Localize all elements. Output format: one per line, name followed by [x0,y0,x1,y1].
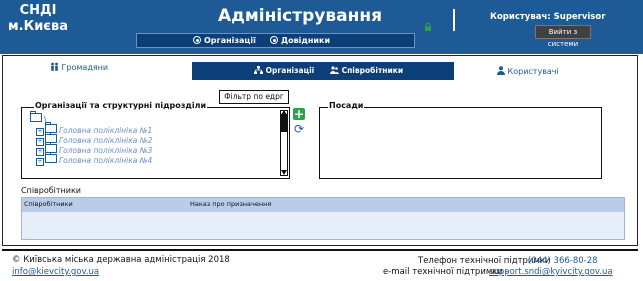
tree-item[interactable]: + Головна поліклініка №3 [36,142,152,156]
org-structure-icon [254,66,263,74]
positions-panel-title: Посади [328,101,365,110]
positions-panel [319,107,602,179]
lock-icon[interactable] [424,16,432,31]
support-email-link[interactable]: support.sndi@kyivcity.gov.ua [489,267,613,277]
scroll-down-icon[interactable] [281,170,287,177]
page-title: Адміністрування [218,6,382,26]
top-nav: Організації Довідники [136,33,415,48]
expand-icon[interactable]: + [36,158,44,166]
scroll-thumb[interactable] [281,114,287,132]
nav-item-dictionaries[interactable]: Довідники [270,34,330,47]
org-panel-title: Організації та структурні підрозділи [34,101,208,110]
filter-button[interactable]: Фільтр по едрг [219,90,289,104]
tree-item[interactable]: + Головна поліклініка №1 [36,122,152,136]
header-divider [453,9,455,31]
user-icon [497,66,505,75]
tab-citizens[interactable]: Громадяни [50,62,108,72]
logo: СНДІ м.Києва [8,3,68,35]
column-header-employees[interactable]: Співробітники [24,200,73,208]
tab-label: Співробітники [341,66,404,75]
nav-label: Організації [204,36,256,45]
tree-item[interactable]: + Головна поліклініка №4 [36,152,153,166]
employees-title: Співробітники [21,186,82,195]
nav-item-organizations[interactable]: Організації [193,34,256,47]
tree-item[interactable]: + Головна поліклініка №2 [36,132,152,146]
column-header-appointment-order[interactable]: Наказ про призначення [190,200,271,208]
group-icon [330,66,339,74]
folder-icon [30,111,42,122]
tab-bar [192,62,454,80]
radio-icon [270,36,278,44]
refresh-icon[interactable]: ⟳ [293,123,305,135]
folder-icon [45,152,57,163]
support-phone: (044) 366-80-28 [528,256,598,266]
add-icon[interactable]: + [293,108,305,120]
tab-label: Користувачі [507,67,559,76]
tree-item-label: Головна поліклініка №4 [59,156,153,165]
tab-organizations[interactable]: Організації [254,66,314,75]
tab-label: Громадяни [61,63,109,72]
people-icon [51,62,58,71]
copyright-text: © Київська міська державна адміністрація… [12,255,230,265]
tab-label: Організації [265,66,315,75]
logout-button[interactable]: Вийти з системи [535,25,591,48]
radio-icon [193,36,201,44]
employees-table-header [22,198,624,212]
logo-line1: СНДІ [19,3,57,18]
logo-line2: м.Києва [8,19,69,34]
footer-divider [2,249,638,251]
nav-label: Довідники [281,36,331,45]
user-label: Користувач: Supervisor [490,12,606,22]
contact-email-link[interactable]: info@kievcity.gov.ua [12,267,99,277]
tab-employees[interactable]: Співробітники [330,66,403,75]
tab-users[interactable]: Користувачі [497,66,559,76]
